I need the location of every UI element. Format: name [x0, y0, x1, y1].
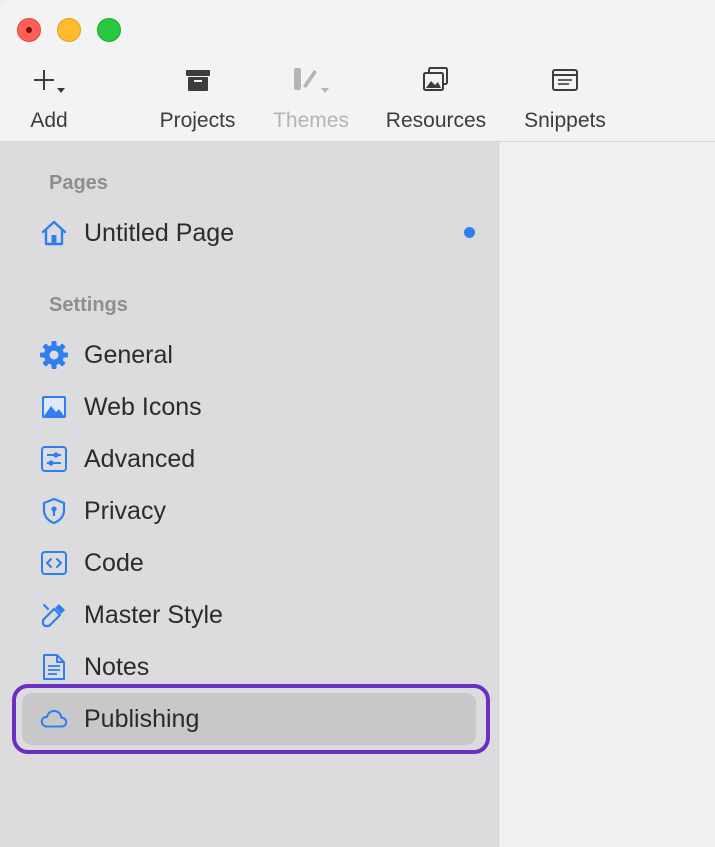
house-icon: [39, 218, 69, 248]
resources-label: Resources: [385, 109, 487, 132]
add-label: Add: [30, 109, 68, 132]
sidebar: Pages Untitled Page Settings General Web…: [0, 142, 499, 847]
resources-button[interactable]: Resources: [379, 60, 493, 140]
sidebar-item-master-style[interactable]: Master Style: [22, 589, 476, 641]
snippet-icon: [550, 60, 580, 100]
themes-label: Themes: [273, 109, 349, 132]
minimize-window-button[interactable]: [57, 18, 81, 42]
document-icon: [39, 652, 69, 682]
gear-icon: [39, 340, 69, 370]
title-bar: Add Projects Themes Resources Snippets: [0, 0, 715, 142]
unsaved-indicator: [464, 227, 475, 238]
close-window-button[interactable]: [17, 18, 41, 42]
sidebar-item-label: Notes: [84, 652, 150, 681]
sidebar-item-publishing[interactable]: Publishing: [22, 693, 476, 745]
code-icon: [39, 548, 69, 578]
sidebar-item-label: Master Style: [84, 600, 223, 629]
settings-section-title: Settings: [49, 294, 128, 316]
sidebar-item-general[interactable]: General: [22, 329, 476, 381]
brush-icon: [288, 60, 334, 100]
archive-box-icon: [183, 60, 213, 100]
snippets-label: Snippets: [524, 109, 606, 132]
sidebar-item-label: Advanced: [84, 444, 196, 473]
cloud-icon: [39, 704, 69, 734]
sidebar-item-privacy[interactable]: Privacy: [22, 485, 476, 537]
shield-icon: [39, 496, 69, 526]
sidebar-item-advanced[interactable]: Advanced: [22, 433, 476, 485]
image-icon: [39, 392, 69, 422]
sidebar-item-code[interactable]: Code: [22, 537, 476, 589]
sidebar-item-web-icons[interactable]: Web Icons: [22, 381, 476, 433]
sidebar-item-label: General: [84, 340, 173, 369]
sidebar-item-label: Code: [84, 548, 144, 577]
sidebar-item-untitled-page[interactable]: Untitled Page: [22, 207, 476, 259]
sidebar-item-label: Publishing: [84, 704, 200, 733]
app-window: Add Projects Themes Resources Snippets P…: [0, 0, 715, 847]
themes-button[interactable]: Themes: [266, 60, 356, 140]
sidebar-item-label: Untitled Page: [84, 218, 235, 247]
zoom-window-button[interactable]: [97, 18, 121, 42]
projects-label: Projects: [159, 109, 236, 132]
sliders-icon: [39, 444, 69, 474]
sidebar-item-label: Web Icons: [84, 392, 202, 421]
projects-button[interactable]: Projects: [150, 60, 245, 140]
images-icon: [420, 60, 452, 100]
pages-section-title: Pages: [49, 172, 108, 194]
snippets-button[interactable]: Snippets: [515, 60, 615, 140]
eyedropper-icon: [39, 600, 69, 630]
sidebar-item-notes[interactable]: Notes: [22, 641, 476, 693]
add-button[interactable]: Add: [20, 60, 78, 140]
main-content-area: [499, 142, 715, 847]
plus-icon: [27, 60, 71, 100]
sidebar-item-label: Privacy: [84, 496, 166, 525]
